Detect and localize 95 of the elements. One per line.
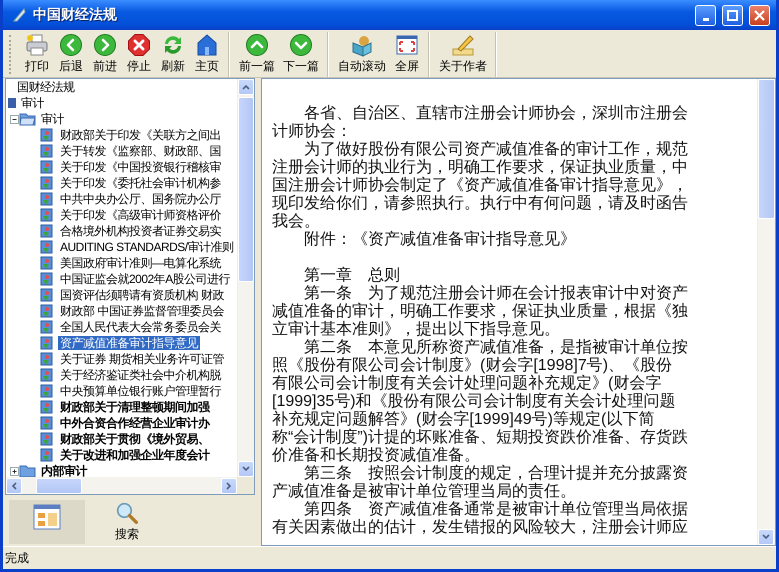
tree-item[interactable]: AUDITING STANDARDS/审计准则	[58, 240, 236, 254]
tree-item[interactable]: 资产减值准备审计指导意见	[58, 336, 200, 350]
tree-item[interactable]: 财政部关于贯彻《境外贸易、	[58, 432, 212, 446]
list-icon	[33, 504, 61, 530]
tree-item[interactable]: 全国人民代表大会常务委员会关	[58, 320, 223, 334]
tree-item[interactable]: 中共中央办公厅、国务院办公厅	[58, 192, 223, 206]
window-title: 中国财经法规	[33, 6, 118, 24]
vertical-scrollbar[interactable]	[757, 79, 775, 545]
document-icon	[39, 304, 55, 318]
toolbar-button[interactable]: 关于作者	[435, 32, 491, 77]
tree-item[interactable]: 关于转发《监察部、财政部、国	[58, 144, 223, 158]
document-icon	[39, 256, 55, 270]
document-icon	[39, 272, 55, 286]
document-icon	[39, 208, 55, 222]
folder-icon	[10, 464, 36, 477]
tree-item[interactable]: 国财经法规	[15, 80, 76, 94]
document-icon	[39, 240, 55, 254]
document-icon	[39, 176, 55, 190]
document-icon	[39, 128, 55, 142]
close-icon	[754, 10, 765, 20]
close-button[interactable]	[749, 4, 770, 26]
tree-item[interactable]: 合格境外机构投资者证券交易实	[58, 224, 223, 238]
status-text: 完成	[5, 550, 29, 566]
minimize-icon	[702, 18, 708, 20]
horizontal-scrollbar[interactable]	[6, 477, 237, 494]
toolbar-button[interactable]: 刷新	[156, 32, 190, 77]
home-icon	[195, 33, 219, 57]
document-paragraph: 第三条 按照会计制度的规定，合理计提并充分披露资产减值准备是被审计单位管理当局的责任。	[272, 465, 688, 500]
toolbar-button[interactable]: 前一篇	[235, 32, 279, 77]
tree-item[interactable]: 关于改进和加强企业年度会计	[58, 448, 212, 462]
document-icon	[39, 336, 55, 350]
scroll-right-icon	[226, 482, 232, 490]
document-paragraph: 为了做好股份有限公司资产减值准备的审计工作，规范注册会计师的执业行为，明确工作要求，保证执业质量，中国注册会计师协会制定了《资产减值准备审计指导意见》，现印发给你们，请参照执行。执行中有何问题，请及时函告我会。	[272, 141, 688, 230]
tree-item[interactable]: 内部审计	[39, 464, 89, 477]
document-icon	[39, 448, 55, 462]
minimize-button[interactable]	[695, 4, 716, 26]
toolbar-button[interactable]: 停止	[122, 32, 156, 77]
document-icon	[39, 144, 55, 158]
tree-item[interactable]: 审计	[19, 96, 46, 110]
document-icon	[39, 400, 55, 414]
open-folder-icon	[10, 112, 36, 126]
document-paragraph: 第二条 本意见所称资产减值准备，是指被审计单位按照《股份有限公司会计制度》(财会字[1998]7号)、《股份有限公司会计制度有关会计处理问题补充规定》(财会字[1999]35号)和《股份有限公司会计制度有关会计处理问题补充规定问题解答》(财会字[1999]49号)等规定(以下简称“会计制度”)计提的坏账准备、短期投资跌价准备、存货跌价准备和长期投资减值准备。	[272, 339, 688, 464]
document-icon	[39, 432, 55, 446]
toolbar-button[interactable]: 打印	[20, 32, 54, 77]
reader-icon	[350, 33, 374, 57]
vertical-scrollbar[interactable]	[237, 79, 254, 477]
toolbar-button[interactable]: 后退	[54, 32, 88, 77]
maximize-icon	[727, 10, 738, 20]
document-paragraph: 第一章 总则	[303, 267, 401, 284]
tree-item[interactable]: 关于经济鉴证类社会中介机构脱	[58, 368, 223, 382]
tree-item[interactable]: 财政部关于印发《关联方之间出	[58, 128, 223, 142]
printer-icon	[25, 33, 49, 57]
document-icon	[39, 368, 55, 382]
scrollbar-corner	[237, 477, 254, 494]
tree-item[interactable]: 中外合资合作经营企业审计办	[58, 416, 212, 430]
scroll-up-icon	[242, 84, 250, 90]
maximize-button[interactable]	[722, 4, 743, 26]
document-paragraph: 第四条 资产减值准备通常是被审计单位管理当局依据有关因素做出的估计，发生错报的风险较大，注册会计师应	[272, 501, 688, 537]
document-paragraph: 各省、自治区、直辖市注册会计师协会，深圳市注册会计师协会：	[272, 105, 688, 140]
document-paragraph: 附件：《资产减值准备审计指导意见》	[303, 231, 577, 249]
tree-item[interactable]: 审计	[39, 112, 66, 126]
tree-item[interactable]: 关于印发《高级审计师资格评价	[58, 208, 223, 222]
toolbar-button[interactable]: 自动滚动	[334, 32, 390, 77]
tree-item[interactable]: 关于印发《委托社会审计机构参	[58, 176, 223, 190]
tree-item[interactable]: 财政部关于清理整顿期间加强	[58, 400, 212, 414]
document-icon	[39, 160, 55, 174]
tree-item[interactable]: 美国政府审计准则—电算化系统	[58, 256, 223, 270]
toolbar-button[interactable]: 全屏	[390, 32, 424, 77]
toolbar-button[interactable]: 前进	[88, 32, 122, 77]
pencil-icon	[451, 33, 475, 57]
tree-item[interactable]: 中央预算单位银行账户管理暂行	[58, 384, 223, 398]
toolbar-button[interactable]: 主页	[190, 32, 224, 77]
document-icon	[39, 320, 55, 334]
scroll-left-icon	[11, 482, 17, 490]
tree-item[interactable]: 关于印发《中国投资银行稽核审	[58, 160, 223, 174]
tree-item[interactable]: 国资评估须聘请有资质机构 财政	[58, 288, 226, 302]
document-icon	[39, 288, 55, 302]
panel-tab[interactable]	[9, 500, 85, 544]
document-icon	[39, 224, 55, 238]
document-icon	[39, 384, 55, 398]
fullscreen-icon	[395, 33, 419, 57]
tree-item[interactable]: 中国证监会就2002年A股公司进行	[58, 272, 232, 286]
document-icon	[39, 352, 55, 366]
app-icon	[11, 7, 27, 23]
book-icon	[8, 97, 16, 109]
stop-icon	[127, 33, 151, 57]
scroll-down-icon	[242, 466, 250, 472]
panel-tab[interactable]: 搜索	[89, 498, 165, 544]
document-paragraph: 第一条 为了规范注册会计师在会计报表审计中对资产减值准备的审计，明确工作要求，保证执业质量，根据《独立审计基本准则》，提出以下指导意见。	[272, 285, 688, 338]
scroll-down-icon	[762, 534, 770, 540]
tree-item[interactable]: 关于证券 期货相关业务许可证管	[58, 352, 226, 366]
tree-item[interactable]: 财政部 中国证券监督管理委员会	[58, 304, 226, 318]
document-icon	[39, 192, 55, 206]
toolbar-button[interactable]: 下一篇	[279, 32, 323, 77]
document-icon	[39, 416, 55, 430]
